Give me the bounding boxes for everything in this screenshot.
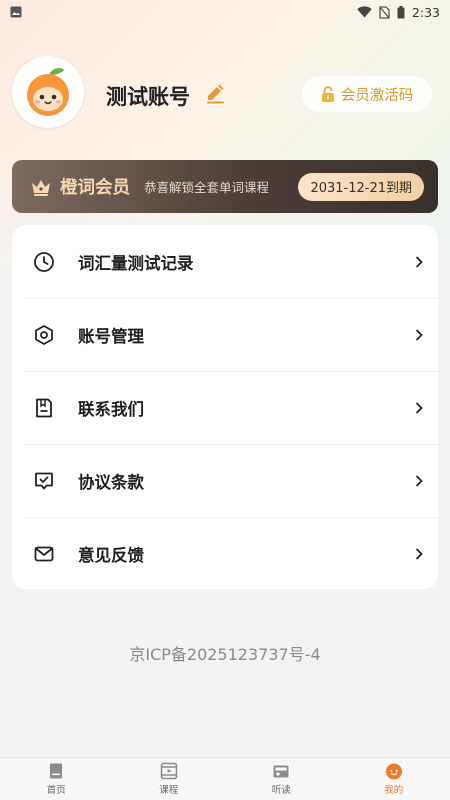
tab-label: 我的	[384, 785, 404, 796]
vip-title: 橙词会员	[60, 178, 130, 198]
tab-label: 首页	[46, 785, 66, 796]
menu-item-contact-us[interactable]: 联系我们	[12, 371, 438, 444]
menu-item-label: 联系我们	[78, 399, 144, 419]
chevron-right-icon	[415, 401, 423, 414]
activate-code-label: 会员激活码	[340, 87, 414, 104]
tab-courses[interactable]: 课程	[113, 758, 226, 800]
crown-icon	[32, 179, 50, 196]
orange-face-icon	[385, 763, 402, 780]
video-icon	[160, 762, 178, 780]
clock-icon	[32, 250, 56, 274]
profile-header: 测试账号 会员激活码	[12, 56, 438, 130]
username: 测试账号	[106, 85, 190, 109]
settings-menu: 词汇量测试记录 账号管理 联系我们 协议条款 意见反馈	[12, 225, 438, 589]
wifi-icon	[357, 6, 372, 18]
book-icon	[50, 763, 63, 779]
no-sim-icon	[379, 5, 390, 19]
vip-expiry-badge: 2031-12-21到期	[298, 172, 424, 201]
tab-home[interactable]: 首页	[0, 758, 113, 800]
tab-label: 听读	[271, 785, 291, 796]
chevron-right-icon	[415, 474, 423, 487]
edit-icon[interactable]	[204, 82, 226, 104]
tab-label: 课程	[159, 785, 179, 796]
radio-icon	[273, 765, 289, 778]
hexagon-settings-icon	[32, 323, 56, 347]
document-icon	[32, 396, 56, 420]
menu-item-account-management[interactable]: 账号管理	[12, 298, 438, 371]
chevron-right-icon	[415, 328, 423, 341]
menu-item-label: 词汇量测试记录	[78, 253, 194, 273]
menu-item-vocab-test-records[interactable]: 词汇量测试记录	[12, 225, 438, 298]
lock-icon	[321, 85, 334, 102]
vip-banner[interactable]: 橙词会员 恭喜解锁全套单词课程 2031-12-21到期	[12, 160, 438, 213]
activate-code-button[interactable]: 会员激活码	[302, 76, 432, 112]
status-time: 2:33	[411, 4, 440, 20]
bottom-tab-bar: 首页 课程 听读 我的	[0, 757, 450, 800]
battery-icon	[397, 5, 405, 18]
status-bar: 2:33	[0, 0, 450, 24]
chevron-right-icon	[415, 547, 423, 560]
menu-item-label: 账号管理	[78, 326, 144, 346]
orange-mascot-icon	[27, 68, 69, 116]
menu-item-feedback[interactable]: 意见反馈	[12, 517, 438, 589]
avatar[interactable]	[12, 56, 84, 128]
chevron-right-icon	[415, 255, 423, 268]
menu-item-label: 协议条款	[78, 472, 144, 492]
icp-record-link[interactable]: 京ICP备2025123737号-4	[0, 641, 450, 665]
menu-item-terms[interactable]: 协议条款	[12, 444, 438, 517]
mail-icon	[32, 542, 56, 566]
menu-item-label: 意见反馈	[78, 545, 144, 565]
tab-mine[interactable]: 我的	[338, 758, 450, 800]
vip-description: 恭喜解锁全套单词课程	[144, 180, 270, 195]
gallery-notification-icon	[10, 6, 22, 18]
chat-check-icon	[32, 469, 56, 493]
tab-listen-read[interactable]: 听读	[225, 758, 338, 800]
